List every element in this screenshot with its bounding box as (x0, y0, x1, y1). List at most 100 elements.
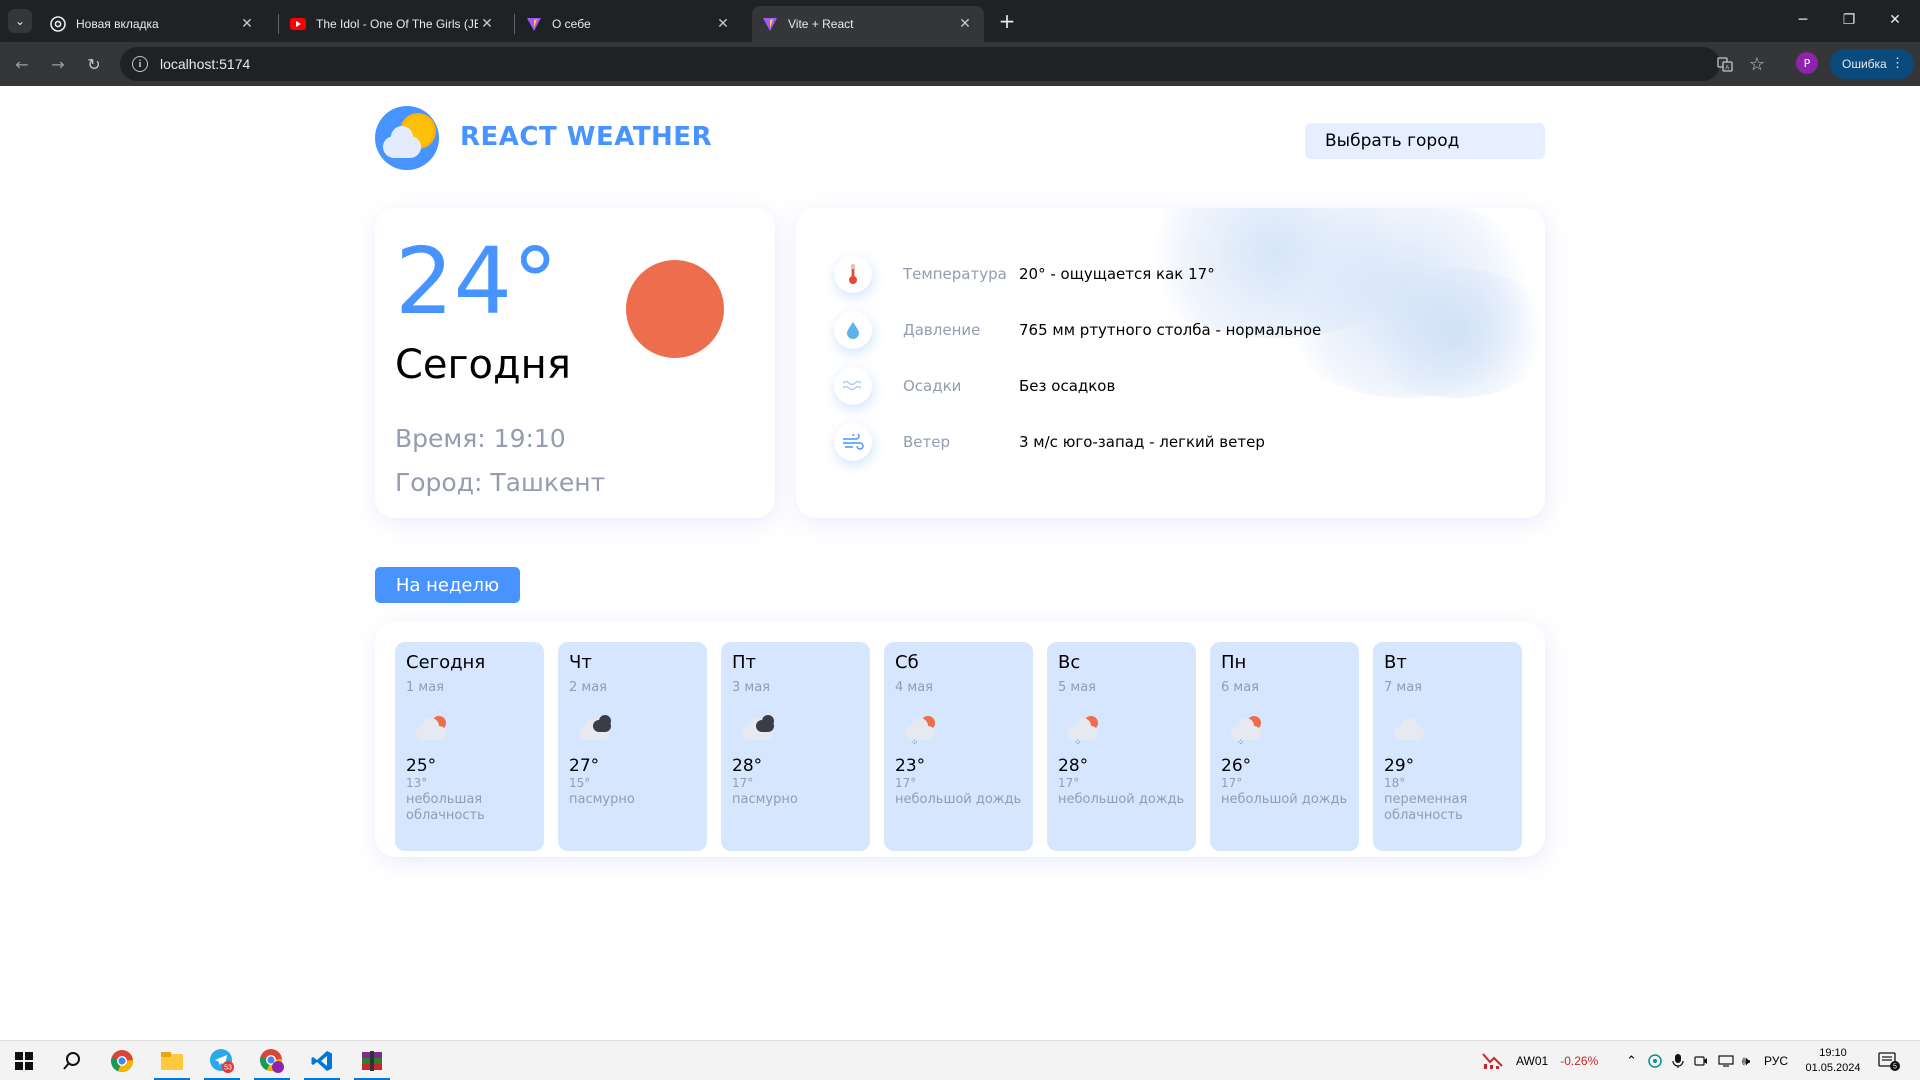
language-indicator[interactable]: РУС (1764, 1041, 1788, 1080)
profile-avatar[interactable]: P (1796, 52, 1818, 74)
day-description: небольшой дождь (1058, 792, 1185, 807)
day-name: Вс (1058, 652, 1081, 673)
current-city: Город: Ташкент (395, 468, 606, 497)
clock[interactable]: 19:10 01.05.2024 (1798, 1041, 1868, 1080)
thermometer-icon (834, 255, 872, 293)
telegram-icon[interactable]: 53 (198, 1041, 246, 1080)
site-info-icon[interactable]: i (132, 56, 148, 72)
detail-label: Давление (903, 321, 981, 339)
day-max-temp: 25° (406, 756, 437, 776)
day-name: Вт (1384, 652, 1407, 673)
overcast-icon (569, 704, 696, 754)
vite-icon (526, 16, 542, 32)
forward-icon[interactable]: → (44, 50, 72, 78)
day-name: Чт (569, 652, 592, 673)
translate-icon[interactable]: A (1712, 51, 1738, 77)
light-rain-icon: ⁘ (1221, 704, 1348, 754)
network-icon[interactable] (1718, 1041, 1734, 1080)
day-card[interactable]: Пн 6 мая ⁘ 26° 17° небольшой дождь (1210, 642, 1359, 851)
chrome-icon (50, 16, 66, 32)
city-select[interactable]: Выбрать город (1305, 123, 1545, 159)
bookmark-star-icon[interactable]: ☆ (1744, 51, 1770, 77)
restore-icon[interactable]: ❐ (1826, 0, 1872, 40)
day-min-temp: 13° (406, 776, 428, 790)
day-max-temp: 29° (1384, 756, 1415, 776)
detail-label: Температура (903, 265, 1007, 283)
light-rain-icon: ⁘ (1058, 704, 1185, 754)
detail-row-wind: Ветер 3 м/с юго-запад - легкий ветер (834, 422, 1265, 462)
today-label: Сегодня (395, 342, 571, 388)
day-name: Пт (732, 652, 757, 673)
file-explorer-icon[interactable] (148, 1041, 196, 1080)
windows-taskbar: 53 AW01 -0.26% ⌃ 🕪 РУС 19:10 01.05.2024 … (0, 1040, 1920, 1080)
windows-start-icon[interactable] (0, 1041, 48, 1080)
stock-widget[interactable]: AW01 -0.26% (1482, 1041, 1598, 1080)
day-max-temp: 23° (895, 756, 926, 776)
day-max-temp: 26° (1221, 756, 1252, 776)
address-bar[interactable]: i localhost:5174 (120, 47, 1720, 81)
day-description: небольшой дождь (895, 792, 1022, 807)
detail-label: Ветер (903, 433, 951, 451)
browser-tab[interactable]: Новая вкладка ✕ (40, 6, 266, 42)
day-description: пасмурно (732, 792, 798, 807)
day-date: 6 мая (1221, 680, 1259, 695)
more-menu-icon[interactable]: ⋮ (1891, 55, 1904, 71)
day-date: 7 мая (1384, 680, 1422, 695)
minimize-icon[interactable]: ─ (1780, 0, 1826, 40)
app-brand-title: REACT WEATHER (460, 122, 713, 152)
search-icon[interactable] (48, 1041, 96, 1080)
tab-close-icon[interactable]: ✕ (478, 15, 496, 33)
day-date: 2 мая (569, 680, 607, 695)
droplet-icon (834, 311, 872, 349)
reload-icon[interactable]: ↻ (80, 50, 108, 78)
tab-close-icon[interactable]: ✕ (714, 15, 732, 33)
day-description: переменная облачность (1384, 792, 1468, 823)
youtube-icon (290, 16, 306, 32)
day-description: небольшой дождь (1221, 792, 1348, 807)
browser-toolbar: ← → ↻ i localhost:5174 A ☆ P Ошибка ⋮ (0, 42, 1920, 86)
new-tab-button[interactable]: + (994, 8, 1020, 34)
browser-tab[interactable]: О себе ✕ (516, 6, 742, 42)
chrome-taskbar-icon[interactable] (98, 1041, 146, 1080)
day-max-temp: 28° (1058, 756, 1089, 776)
vscode-icon[interactable] (298, 1041, 346, 1080)
detail-value: 765 мм ртутного столба - нормальное (1019, 321, 1322, 339)
browser-tab[interactable]: The Idol - One Of The Girls (JEN ✕ (280, 6, 506, 42)
tab-close-icon[interactable]: ✕ (956, 15, 974, 33)
tray-chevron-icon[interactable]: ⌃ (1626, 1041, 1637, 1080)
tab-close-icon[interactable]: ✕ (238, 15, 256, 33)
camera-icon[interactable] (1694, 1041, 1708, 1080)
day-date: 5 мая (1058, 680, 1096, 695)
tab-title: The Idol - One Of The Girls (JEN (316, 17, 478, 31)
current-temperature: 24° (395, 228, 559, 335)
tab-search-icon[interactable]: ⌄ (8, 9, 32, 33)
day-card[interactable]: Сб 4 мая ⁘ 23° 17° небольшой дождь (884, 642, 1033, 851)
day-card[interactable]: Чт 2 мая 27° 15° пасмурно (558, 642, 707, 851)
day-name: Сб (895, 652, 919, 673)
weather-app: REACT WEATHER Выбрать город 24° Сегодня … (0, 86, 1920, 1040)
day-min-temp: 17° (1058, 776, 1080, 790)
browser-tab-active[interactable]: Vite + React ✕ (752, 6, 984, 42)
day-card[interactable]: Вс 5 мая ⁘ 28° 17° небольшой дождь (1047, 642, 1196, 851)
today-card: 24° Сегодня Время: 19:10 Город: Ташкент (375, 208, 775, 518)
details-card: Температура 20° - ощущается как 17° Давл… (796, 208, 1545, 518)
chrome-profile-taskbar-icon[interactable] (248, 1041, 296, 1080)
back-icon[interactable]: ← (8, 50, 36, 78)
day-card[interactable]: Сегодня 1 мая 25° 13° небольшая облачнос… (395, 642, 544, 851)
week-tab-button[interactable]: На неделю (375, 567, 520, 603)
day-min-temp: 15° (569, 776, 591, 790)
day-card[interactable]: Вт 7 мая 29° 18° переменная облачность (1373, 642, 1522, 851)
microphone-icon[interactable] (1672, 1041, 1684, 1080)
volume-icon[interactable]: 🕪 (1742, 1041, 1750, 1080)
winrar-icon[interactable] (348, 1041, 396, 1080)
browser-error-button[interactable]: Ошибка ⋮ (1830, 49, 1914, 79)
close-window-icon[interactable]: ✕ (1872, 0, 1918, 40)
tab-title: Vite + React (788, 17, 854, 31)
light-rain-icon: ⁘ (895, 704, 1022, 754)
day-card[interactable]: Пт 3 мая 28° 17° пасмурно (721, 642, 870, 851)
address-url[interactable]: localhost:5174 (160, 56, 250, 72)
day-date: 3 мая (732, 680, 770, 695)
day-max-temp: 28° (732, 756, 763, 776)
tray-app-icon[interactable] (1648, 1041, 1662, 1080)
notifications-icon[interactable]: 5 (1878, 1041, 1900, 1080)
